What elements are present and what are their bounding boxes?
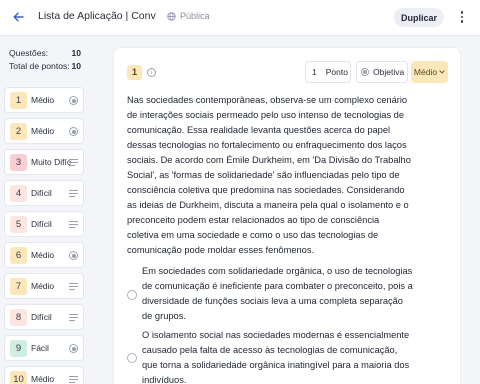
question-list-item[interactable]: 2 Médio — [4, 118, 84, 144]
question-list-item[interactable]: 4 Difícil — [4, 180, 84, 206]
question-number: 6 — [10, 247, 27, 264]
question-difficulty: Médio — [31, 374, 55, 384]
back-button[interactable] — [9, 8, 27, 26]
answer-option[interactable]: O isolamento social nas sociedades moder… — [127, 328, 417, 384]
question-list-item[interactable]: 9 Fácil — [4, 335, 84, 361]
question-list-item[interactable]: 8 Difícil — [4, 304, 84, 330]
visibility-indicator: Pública — [167, 11, 210, 21]
question-type-label: Objetiva — [373, 67, 405, 77]
text-lines-icon — [69, 220, 78, 229]
points-value: 10 — [71, 61, 81, 71]
radio-icon — [69, 251, 78, 260]
question-difficulty: Médio — [31, 281, 55, 291]
option-radio[interactable] — [127, 353, 137, 363]
question-list-item[interactable]: 1 Médio — [4, 87, 84, 113]
chevron-down-icon — [439, 70, 445, 74]
points-field-label: Ponto — [325, 67, 348, 77]
question-list-item[interactable]: 3 Muito Difícil — [4, 149, 84, 175]
radio-icon — [69, 96, 78, 105]
question-difficulty: Difícil — [31, 219, 52, 229]
answer-option[interactable]: Em sociedades com solidariedade orgânica… — [127, 264, 417, 326]
question-difficulty: Fácil — [31, 343, 49, 353]
text-lines-icon — [69, 282, 78, 291]
question-list-item[interactable]: 5 Difícil — [4, 211, 84, 237]
text-lines-icon — [69, 313, 78, 322]
points-field[interactable]: 1 Ponto — [305, 61, 351, 83]
duplicate-button[interactable]: Duplicar — [394, 8, 444, 27]
question-difficulty: Médio — [31, 250, 55, 260]
option-text: O isolamento social nas sociedades moder… — [142, 330, 410, 384]
option-text: Em sociedades com solidariedade orgânica… — [142, 266, 413, 321]
question-number: 3 — [10, 154, 27, 171]
question-number: 9 — [10, 340, 27, 357]
question-difficulty: Médio — [31, 126, 55, 136]
points-field-value: 1 — [312, 67, 317, 77]
globe-icon — [167, 11, 176, 21]
more-options-icon[interactable] — [455, 9, 469, 25]
questions-count-row: Questões: 10 — [9, 47, 81, 60]
question-type-selector[interactable]: Objetiva — [356, 61, 408, 83]
page-title: Lista de Aplicação | Conviv... — [38, 10, 156, 22]
radio-icon — [361, 68, 369, 76]
question-number: 8 — [10, 309, 27, 326]
points-label: Total de pontos: — [9, 61, 70, 71]
difficulty-dropdown[interactable]: Médio — [411, 61, 448, 83]
difficulty-label: Médio — [413, 67, 438, 77]
question-list-item[interactable]: 7 Médio — [4, 273, 84, 299]
question-list-item[interactable]: 6 Médio — [4, 242, 84, 268]
arrow-left-icon — [13, 12, 24, 22]
question-difficulty: Muito Difícil — [31, 157, 71, 167]
question-difficulty: Médio — [31, 95, 55, 105]
radio-icon — [69, 344, 78, 353]
question-number: 7 — [10, 278, 27, 295]
question-number: 4 — [10, 185, 27, 202]
top-bar: Lista de Aplicação | Conviv... Pública D… — [0, 0, 480, 36]
question-list-item[interactable]: 10 Médio — [4, 366, 84, 384]
question-statement: Nas sociedades contemporâneas, observa-s… — [127, 95, 411, 255]
question-number: 10 — [10, 371, 27, 384]
questions-label: Questões: — [9, 48, 49, 58]
visibility-label: Pública — [180, 11, 210, 21]
points-total-row: Total de pontos: 10 — [9, 60, 81, 73]
question-difficulty: Difícil — [31, 312, 52, 322]
question-number: 5 — [10, 216, 27, 233]
question-difficulty: Difícil — [31, 188, 52, 198]
questions-sidebar: Questões: 10 Total de pontos: 10 1 Médio 2… — [0, 37, 92, 384]
questions-value: 10 — [71, 48, 81, 58]
question-number: 1 — [10, 92, 27, 109]
text-lines-icon — [69, 158, 78, 167]
option-radio[interactable] — [127, 290, 137, 300]
text-lines-icon — [69, 189, 78, 198]
text-lines-icon — [69, 375, 78, 384]
question-number-badge: 1 — [127, 65, 142, 80]
radio-icon — [69, 127, 78, 136]
info-icon[interactable]: i — [147, 68, 156, 77]
question-card: 1 i 1 Ponto Objetiva Médio Nas sociedade… — [113, 47, 461, 384]
question-number: 2 — [10, 123, 27, 140]
list-stats: Questões: 10 Total de pontos: 10 — [9, 47, 81, 73]
